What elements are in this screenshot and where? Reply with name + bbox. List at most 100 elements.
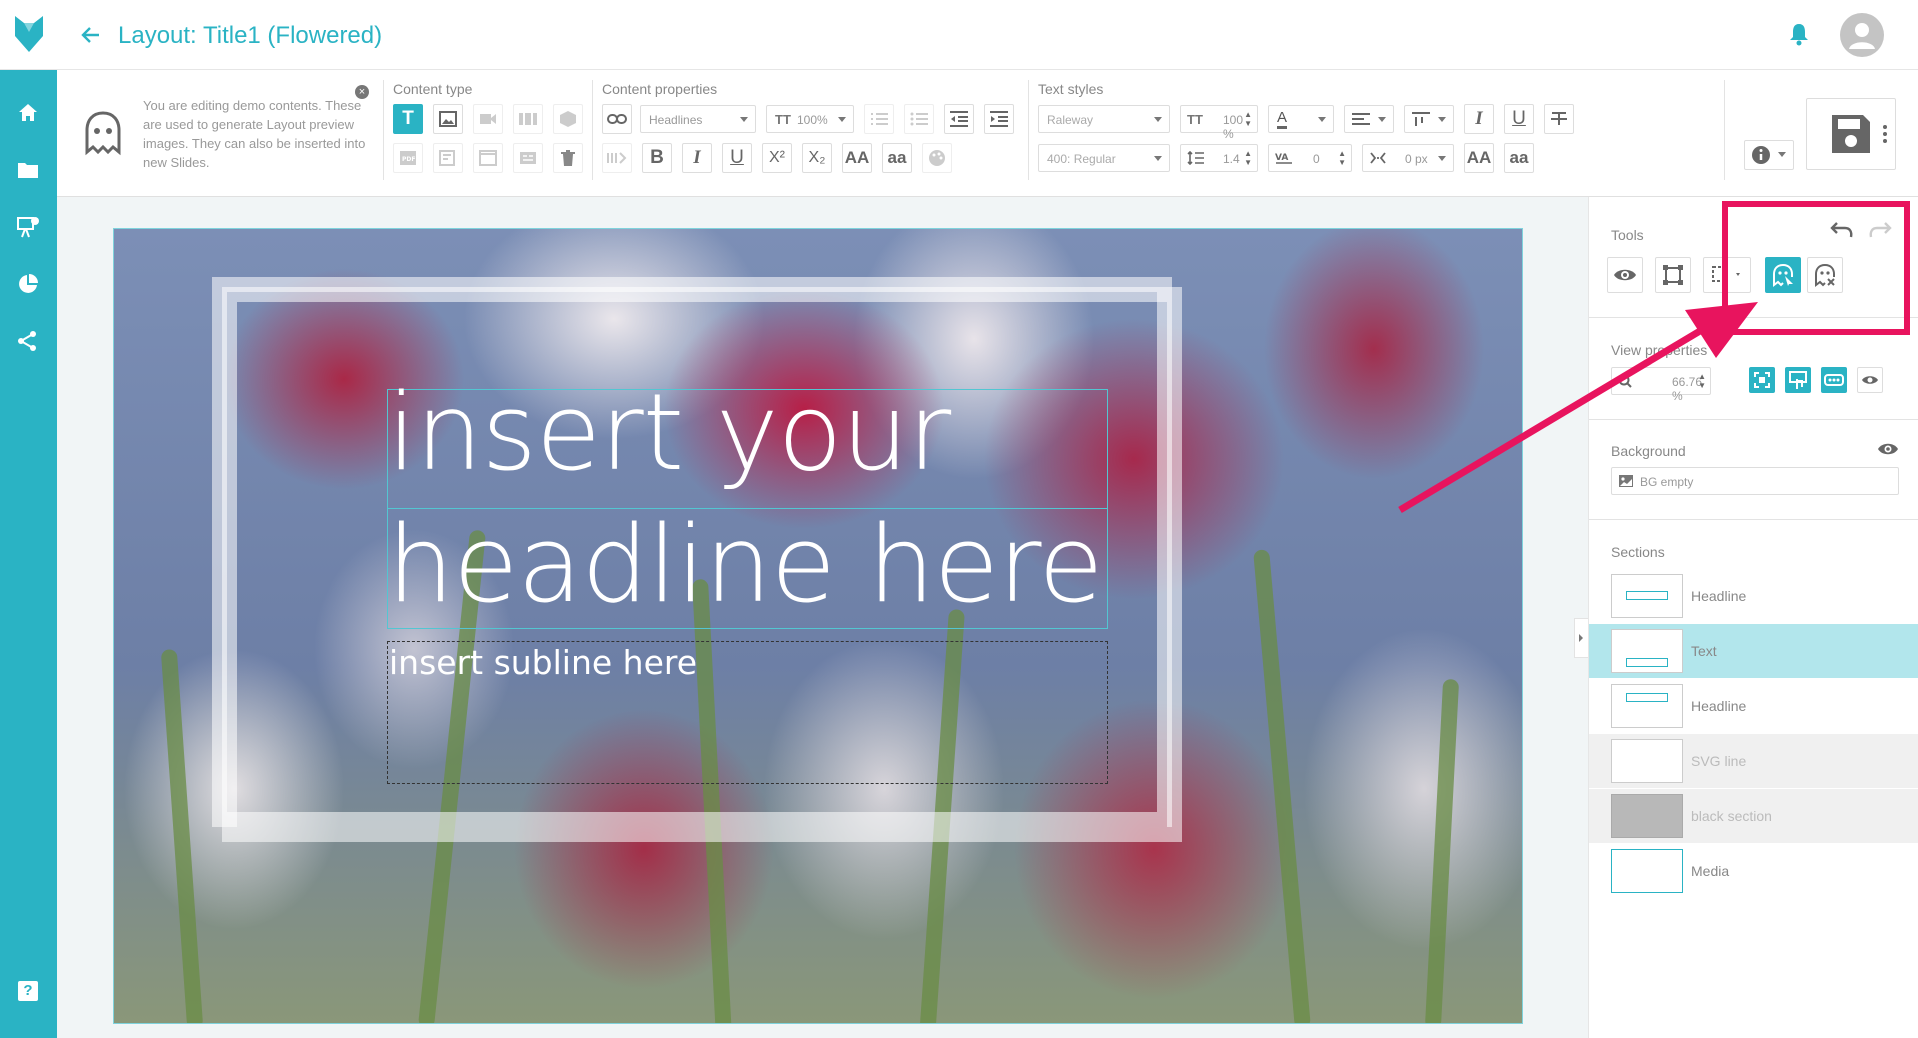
font-family-value: Raleway bbox=[1047, 113, 1094, 127]
view-visibility-button[interactable] bbox=[1857, 367, 1883, 393]
word-spacing-value: 0 px bbox=[1405, 152, 1428, 166]
section-item-disabled[interactable]: black section bbox=[1589, 789, 1918, 843]
section-item-disabled[interactable]: SVG line bbox=[1589, 734, 1918, 788]
strikethrough-button[interactable] bbox=[1544, 104, 1574, 134]
italic-style-button[interactable]: I bbox=[1464, 104, 1494, 134]
form-type-button[interactable] bbox=[433, 143, 463, 173]
lowercase-style-label: aa bbox=[1509, 148, 1529, 167]
lowercase-label: aa bbox=[887, 148, 907, 167]
indent-button[interactable] bbox=[984, 104, 1014, 134]
palette-button[interactable] bbox=[922, 143, 952, 173]
list-type-button[interactable] bbox=[513, 143, 543, 173]
section-thumbnail bbox=[1611, 739, 1683, 783]
content-property-select[interactable]: Headlines bbox=[640, 105, 756, 133]
panel-collapse-handle[interactable] bbox=[1574, 618, 1588, 658]
stepper-arrows-icon[interactable]: ▲ ▼ bbox=[1244, 149, 1252, 167]
pdf-type-button[interactable]: PDF bbox=[393, 143, 423, 173]
demo-notice-text: You are editing demo contents. These are… bbox=[143, 98, 366, 170]
gallery-icon bbox=[519, 113, 537, 125]
text-align-select[interactable] bbox=[1344, 105, 1394, 133]
word-spacing-icon bbox=[1370, 152, 1386, 164]
underline-button[interactable]: U bbox=[722, 143, 752, 173]
image-icon bbox=[439, 111, 457, 127]
align-left-icon bbox=[1352, 113, 1370, 125]
indent-icon bbox=[990, 111, 1008, 127]
text-type-button[interactable]: T bbox=[393, 104, 423, 134]
app-logo[interactable] bbox=[12, 14, 46, 54]
delete-type-button[interactable] bbox=[553, 143, 583, 173]
word-spacing-select[interactable]: 0 px bbox=[1362, 144, 1454, 172]
uppercase-button[interactable]: AA bbox=[842, 143, 872, 173]
preview-toggle-button[interactable] bbox=[1607, 257, 1643, 293]
sections-label: Sections bbox=[1611, 544, 1665, 560]
svg-text:PDF: PDF bbox=[402, 156, 415, 163]
section-item[interactable]: Headline bbox=[1589, 569, 1918, 623]
frame-type-button[interactable] bbox=[473, 143, 503, 173]
presentation-icon[interactable] bbox=[13, 212, 43, 242]
superscript-label: X² bbox=[769, 149, 785, 166]
folder-icon[interactable] bbox=[13, 155, 43, 185]
gallery-type-button[interactable] bbox=[513, 104, 543, 134]
headline-line-2: headline here bbox=[387, 503, 1104, 626]
ordered-list-icon bbox=[871, 113, 888, 125]
unordered-list-button[interactable] bbox=[904, 104, 934, 134]
cube-icon bbox=[560, 111, 576, 127]
grid-toggle-button[interactable] bbox=[1821, 367, 1847, 393]
lowercase-button[interactable]: aa bbox=[882, 143, 912, 173]
vertical-align-select[interactable] bbox=[1404, 105, 1454, 133]
back-arrow-icon[interactable] bbox=[80, 24, 102, 46]
section-item[interactable]: Headline bbox=[1589, 679, 1918, 733]
info-select[interactable] bbox=[1744, 140, 1794, 170]
ghost-demo-icon bbox=[82, 110, 124, 156]
link-button[interactable] bbox=[602, 104, 632, 134]
palette-icon bbox=[929, 150, 945, 166]
font-weight-select[interactable]: 400: Regular bbox=[1038, 144, 1170, 172]
subscript-label: X₂ bbox=[808, 149, 826, 166]
background-visibility-icon[interactable] bbox=[1877, 441, 1899, 457]
tools-label: Tools bbox=[1611, 227, 1644, 243]
bounding-box-icon bbox=[1663, 265, 1683, 285]
more-options-icon[interactable] bbox=[1882, 124, 1888, 144]
underline-style-button[interactable]: U bbox=[1504, 104, 1534, 134]
outdent-button[interactable] bbox=[944, 104, 974, 134]
letter-spacing-stepper[interactable]: VA 0 ▲ ▼ bbox=[1268, 144, 1352, 172]
bell-icon[interactable] bbox=[1788, 22, 1810, 46]
headline-line-1: insert your bbox=[387, 371, 951, 494]
section-item-selected[interactable]: Text bbox=[1589, 624, 1918, 678]
chart-icon[interactable] bbox=[13, 269, 43, 299]
slide-subline[interactable]: insert subline here bbox=[389, 643, 697, 682]
demo-notice-close-icon[interactable]: × bbox=[355, 85, 369, 99]
ordered-list-button[interactable] bbox=[864, 104, 894, 134]
bold-button[interactable]: B bbox=[642, 143, 672, 173]
text-color-select[interactable]: A bbox=[1268, 105, 1334, 133]
section-item[interactable]: Media bbox=[1589, 844, 1918, 898]
section-thumbnail bbox=[1611, 629, 1683, 673]
page-title: Layout: Title1 (Flowered) bbox=[118, 22, 383, 49]
select-frame-button[interactable] bbox=[1655, 257, 1691, 293]
save-disk-icon bbox=[1832, 115, 1870, 153]
uppercase-style-button[interactable]: AA bbox=[1464, 143, 1494, 173]
subscript-button[interactable]: X₂ bbox=[802, 143, 832, 173]
form-icon bbox=[439, 150, 455, 166]
font-family-select[interactable]: Raleway bbox=[1038, 105, 1170, 133]
superscript-button[interactable]: X² bbox=[762, 143, 792, 173]
image-type-button[interactable] bbox=[433, 104, 463, 134]
line-height-stepper[interactable]: 1.4 ▲ ▼ bbox=[1180, 144, 1258, 172]
lowercase-style-button[interactable]: aa bbox=[1504, 143, 1534, 173]
slide-preview[interactable]: insert your headline here insert subline … bbox=[113, 228, 1523, 1024]
text-direction-button[interactable] bbox=[602, 143, 632, 173]
stepper-arrows-icon[interactable]: ▲ ▼ bbox=[1244, 110, 1252, 128]
touch-mode-button[interactable] bbox=[1785, 367, 1811, 393]
text-size-stepper[interactable]: TT 100 % ▲ ▼ bbox=[1180, 105, 1258, 141]
video-type-button[interactable] bbox=[473, 104, 503, 134]
avatar[interactable] bbox=[1840, 13, 1884, 57]
content-font-size-select[interactable]: TT 100% bbox=[766, 105, 854, 133]
home-icon[interactable] bbox=[13, 98, 43, 128]
stepper-arrows-icon[interactable]: ▲ ▼ bbox=[1338, 149, 1346, 167]
object-type-button[interactable] bbox=[553, 104, 583, 134]
italic-button[interactable]: I bbox=[682, 143, 712, 173]
section-thumbnail bbox=[1611, 794, 1683, 838]
slide-headline[interactable]: insert your headline here bbox=[387, 367, 1147, 631]
help-icon[interactable]: ? bbox=[13, 976, 43, 1006]
share-icon[interactable] bbox=[13, 326, 43, 356]
